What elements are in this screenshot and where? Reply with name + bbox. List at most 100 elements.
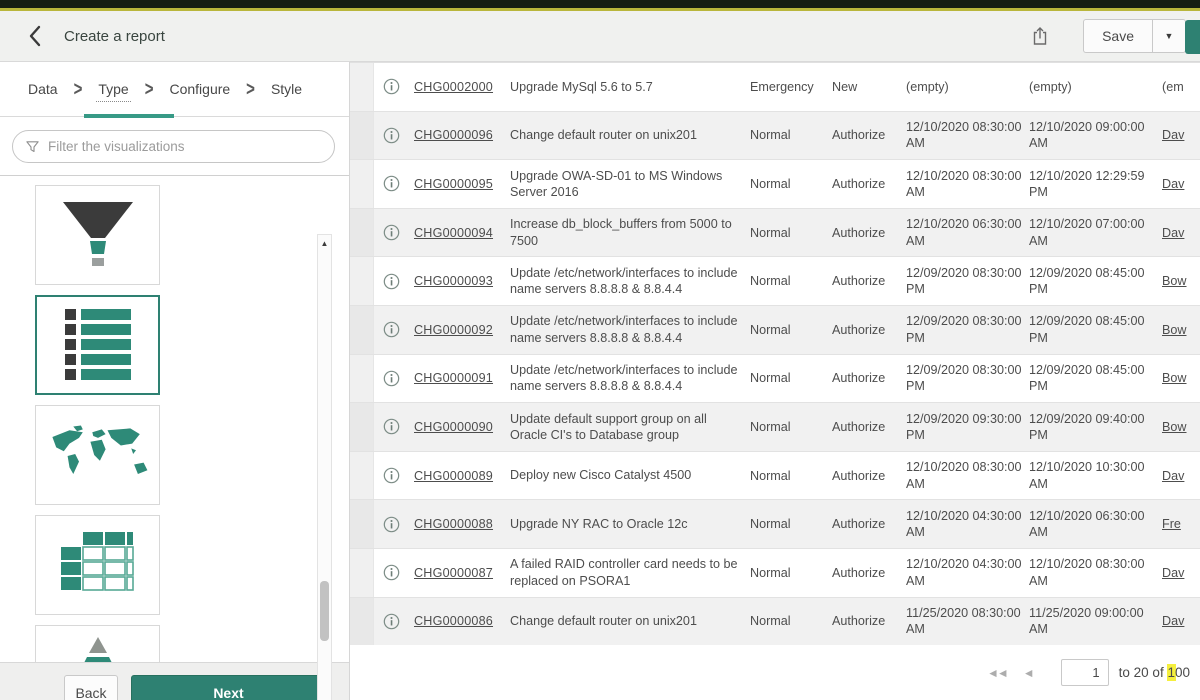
state: Authorize (832, 323, 906, 337)
viz-list-scrollbar[interactable]: ▲ ▼ (317, 234, 332, 700)
table-row[interactable]: CHG0002000Upgrade MySql 5.6 to 5.7Emerge… (350, 63, 1200, 112)
filter-visualizations-field[interactable] (12, 130, 335, 163)
viz-option-world-map[interactable] (35, 405, 160, 505)
info-icon[interactable] (383, 321, 400, 338)
share-button[interactable] (1025, 21, 1055, 51)
page-number-input[interactable] (1061, 659, 1109, 686)
state: Authorize (832, 274, 906, 288)
viz-option-heatmap[interactable] (35, 515, 160, 615)
short-description: Change default router on unix201 (510, 127, 750, 143)
assigned-to-link[interactable]: Bow (1162, 274, 1187, 288)
change-number-link[interactable]: CHG0000089 (414, 469, 493, 483)
change-number-link[interactable]: CHG0000086 (414, 614, 493, 628)
start-date: 12/09/2020 08:30:00PM (906, 313, 1029, 346)
assigned-to-link[interactable]: Dav (1162, 226, 1184, 240)
change-number-link[interactable]: CHG0000092 (414, 323, 493, 337)
priority: Normal (750, 469, 832, 483)
assigned-to-link[interactable]: Dav (1162, 128, 1184, 142)
assigned-to-link[interactable]: Dav (1162, 566, 1184, 580)
back-step-button[interactable]: Back (64, 675, 118, 700)
info-icon[interactable] (383, 613, 400, 630)
scrollbar-thumb[interactable] (320, 581, 329, 641)
info-icon[interactable] (383, 516, 400, 533)
change-number-link[interactable]: CHG0000087 (414, 566, 493, 580)
step-separator-icon: > (246, 78, 255, 101)
start-date: 12/10/2020 08:30:00AM (906, 459, 1029, 492)
assigned-to-link[interactable]: Bow (1162, 323, 1187, 337)
filter-funnel-icon (25, 139, 40, 154)
change-number-link[interactable]: CHG0000091 (414, 371, 493, 385)
start-date: 12/09/2020 08:30:00PM (906, 362, 1029, 395)
state: Authorize (832, 469, 906, 483)
save-button[interactable]: Save (1083, 19, 1152, 53)
list-icon (43, 300, 153, 390)
info-icon[interactable] (383, 273, 400, 290)
table-row[interactable]: CHG0000094Increase db_block_buffers from… (350, 209, 1200, 258)
assigned-to-link[interactable]: Dav (1162, 614, 1184, 628)
first-page-icon[interactable]: ◄◄ (987, 666, 1007, 680)
browser-top-strip (0, 0, 1200, 8)
next-step-button[interactable]: Next (131, 675, 326, 700)
start-date: 11/25/2020 08:30:00AM (906, 605, 1029, 638)
step-configure[interactable]: Configure (167, 77, 232, 101)
table-row[interactable]: CHG0000086Change default router on unix2… (350, 598, 1200, 645)
previous-page-icon[interactable]: ◄ (1023, 666, 1033, 680)
scroll-up-icon[interactable]: ▲ (321, 235, 329, 253)
header-action-button-cutoff[interactable] (1185, 20, 1200, 54)
row-gutter (350, 160, 374, 208)
step-type[interactable]: Type (96, 77, 130, 102)
row-gutter (350, 403, 374, 451)
short-description: Update /etc/network/interfaces to includ… (510, 313, 750, 346)
assigned-to-link[interactable]: Bow (1162, 371, 1187, 385)
info-icon[interactable] (383, 418, 400, 435)
change-number-link[interactable]: CHG0002000 (414, 80, 493, 94)
world-map-icon (41, 419, 155, 491)
change-number-link[interactable]: CHG0000096 (414, 128, 493, 142)
change-number-link[interactable]: CHG0000090 (414, 420, 493, 434)
info-icon[interactable] (383, 467, 400, 484)
scroll-down-icon[interactable]: ▼ (321, 696, 329, 700)
change-number-link[interactable]: CHG0000088 (414, 517, 493, 531)
table-row[interactable]: CHG0000092 Update /etc/network/interfaces… (350, 306, 1200, 355)
step-style[interactable]: Style (269, 77, 304, 101)
table-row[interactable]: CHG0000093Update /etc/network/interfaces… (350, 257, 1200, 306)
assigned-to-link[interactable]: Dav (1162, 469, 1184, 483)
assigned-to-value: (em (1162, 80, 1184, 94)
table-row[interactable]: CHG0000091Update /etc/network/interfaces… (350, 355, 1200, 404)
viz-option-funnel[interactable] (35, 185, 160, 285)
info-icon[interactable] (383, 564, 400, 581)
info-icon[interactable] (383, 127, 400, 144)
assigned-to-link[interactable]: Bow (1162, 420, 1187, 434)
end-date: 12/10/2020 07:00:00AM (1029, 216, 1162, 249)
info-icon[interactable] (383, 78, 400, 95)
end-date: 12/09/2020 08:45:00PM (1029, 265, 1162, 298)
state: Authorize (832, 420, 906, 434)
info-icon[interactable] (383, 224, 400, 241)
table-row[interactable]: CHG0000090Update default support group o… (350, 403, 1200, 452)
change-number-link[interactable]: CHG0000094 (414, 226, 493, 240)
table-row[interactable]: CHG0000088Upgrade NY RAC to Oracle 12cNo… (350, 500, 1200, 549)
filter-visualizations-input[interactable] (48, 139, 322, 154)
assigned-to-link[interactable]: Dav (1162, 177, 1184, 191)
table-row[interactable]: CHG0000087A failed RAID controller card … (350, 549, 1200, 598)
save-dropdown-button[interactable]: ▼ (1152, 19, 1186, 53)
info-icon[interactable] (383, 175, 400, 192)
priority: Normal (750, 323, 832, 337)
scrollbar-track[interactable] (318, 253, 331, 696)
table-row[interactable]: CHG0000096 Change default router on unix2… (350, 112, 1200, 161)
row-gutter (350, 306, 374, 354)
info-icon[interactable] (383, 370, 400, 387)
state: Authorize (832, 614, 906, 628)
back-button[interactable] (20, 21, 50, 51)
step-data[interactable]: Data (26, 77, 60, 101)
viz-option-pyramid[interactable] (35, 625, 160, 662)
step-separator-icon: > (145, 78, 154, 101)
active-step-indicator (84, 114, 174, 118)
viz-option-list[interactable] (35, 295, 160, 395)
assigned-to-link[interactable]: Fre (1162, 517, 1181, 531)
change-number-link[interactable]: CHG0000093 (414, 274, 493, 288)
change-number-link[interactable]: CHG0000095 (414, 177, 493, 191)
wizard-steps: Data > Type > Configure > Style (0, 62, 349, 117)
table-row[interactable]: CHG0000095Upgrade OWA-SD-01 to MS Window… (350, 160, 1200, 209)
table-row[interactable]: CHG0000089Deploy new Cisco Catalyst 4500… (350, 452, 1200, 501)
